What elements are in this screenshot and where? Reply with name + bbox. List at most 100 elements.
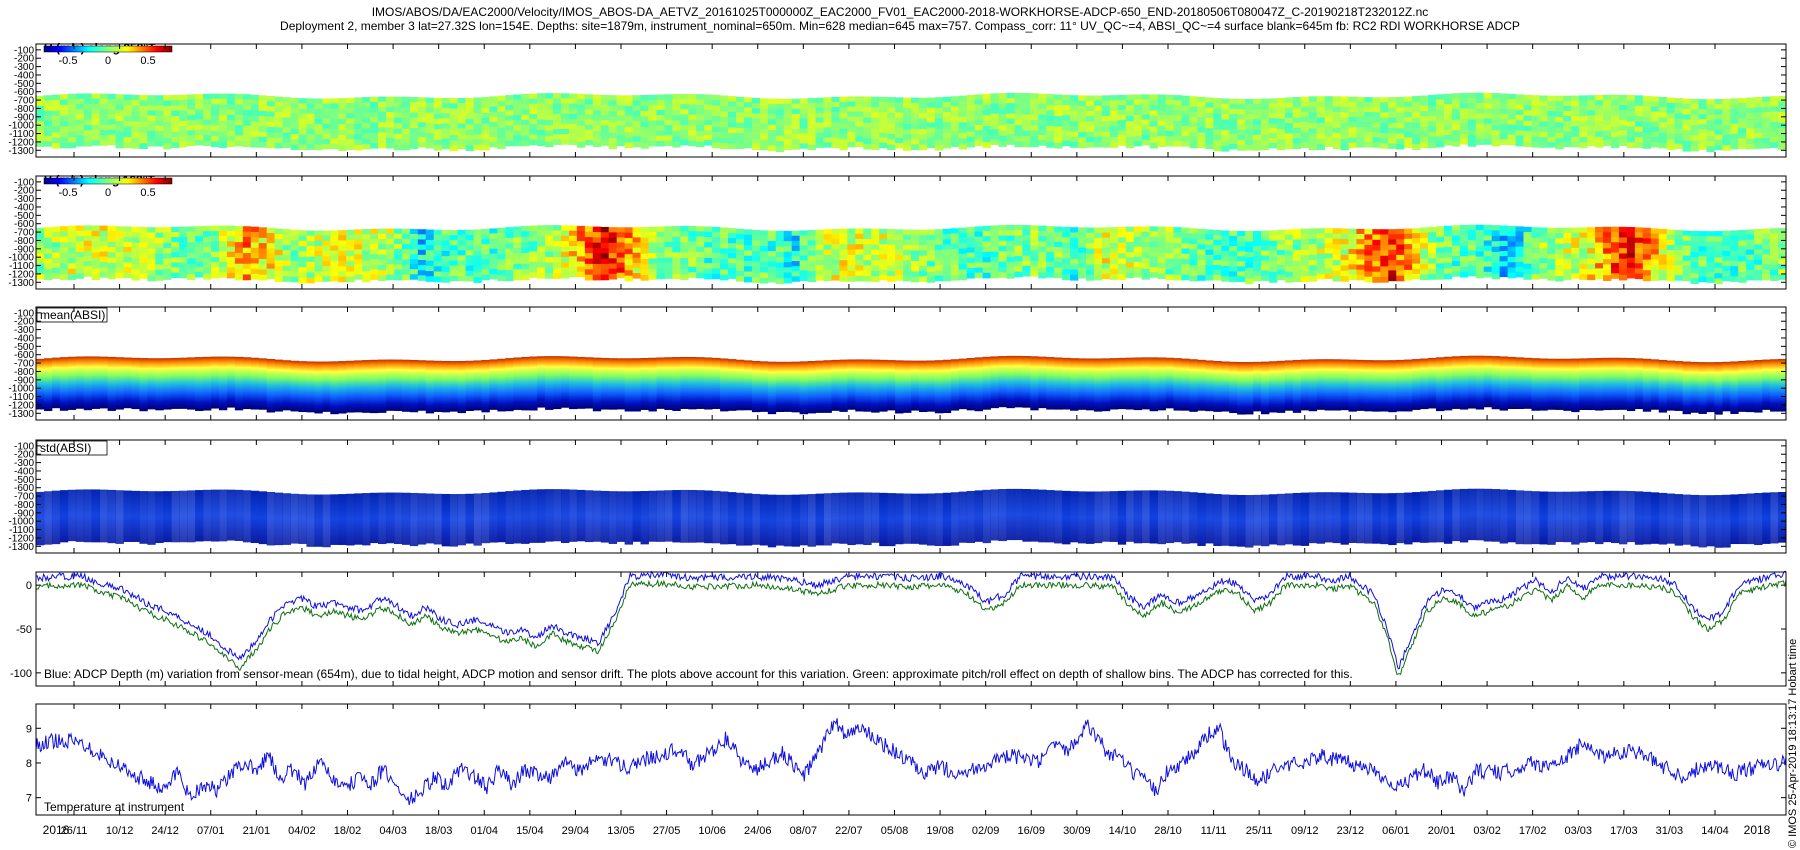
heatmap-cell: [218, 142, 228, 148]
heatmap-cell: [1682, 494, 1691, 545]
heatmap-cell: [187, 94, 196, 100]
heatmap-cell: [338, 108, 347, 115]
heatmap-cell: [807, 134, 816, 140]
heatmap-cell: [1523, 141, 1532, 148]
heatmap-cell: [1658, 96, 1668, 103]
heatmap-cell: [1539, 95, 1548, 102]
heatmap-cell: [696, 262, 705, 269]
heatmap-cell: [441, 138, 451, 145]
heatmap-cell: [1531, 110, 1540, 117]
heatmap-cell: [1316, 268, 1326, 275]
heatmap-cell: [1197, 101, 1206, 108]
heatmap-cell: [576, 104, 586, 111]
heatmap-cell: [855, 249, 864, 256]
heatmap-cell: [1189, 359, 1198, 412]
heatmap-cell: [1253, 129, 1262, 136]
heatmap-cell: [1436, 104, 1445, 111]
heatmap-cell: [1117, 242, 1127, 249]
heatmap-cell: [1515, 115, 1524, 121]
heatmap-cell: [911, 245, 920, 251]
heatmap-cell: [51, 252, 61, 259]
heatmap-cell: [1642, 238, 1652, 245]
heatmap-cell: [1587, 105, 1596, 111]
heatmap-cell: [736, 260, 745, 266]
heatmap-cell: [1133, 231, 1143, 238]
heatmap-cell: [918, 229, 928, 236]
heatmap-cell: [1618, 130, 1628, 136]
heatmap-cell: [354, 249, 363, 255]
heatmap-cell: [187, 119, 196, 126]
heatmap-cell: [250, 268, 260, 275]
heatmap-cell: [529, 230, 538, 237]
heatmap-cell: [966, 226, 976, 233]
heatmap-cell: [187, 104, 196, 111]
heatmap-cell: [1292, 265, 1302, 272]
heatmap-cell: [974, 252, 983, 258]
heatmap-cell: [179, 257, 188, 263]
heatmap-cell: [1754, 360, 1763, 413]
heatmap-cell: [409, 102, 419, 108]
heatmap-cell: [823, 142, 832, 148]
heatmap-cell: [1117, 269, 1127, 275]
heatmap-cell: [1165, 242, 1174, 249]
heatmap-cell: [584, 357, 594, 409]
heatmap-cell: [616, 140, 626, 147]
heatmap-cell: [529, 256, 538, 263]
heatmap-cell: [1412, 112, 1421, 118]
heatmap-cell: [823, 229, 832, 235]
heatmap-cell: [1507, 124, 1516, 130]
heatmap-cell: [1149, 94, 1158, 101]
heatmap-cell: [1523, 258, 1532, 265]
heatmap-cell: [163, 127, 172, 134]
heatmap-cell: [1284, 261, 1294, 267]
heatmap-cell: [942, 127, 952, 134]
heatmap-cell: [1515, 241, 1524, 248]
heatmap-cell: [934, 128, 944, 135]
heatmap-cell: [401, 274, 411, 281]
heatmap-cell: [1054, 490, 1063, 544]
heatmap-cell: [1412, 128, 1421, 134]
heatmap-cell: [561, 356, 570, 408]
heatmap-cell: [306, 230, 315, 237]
heatmap-cell: [1714, 144, 1723, 151]
heatmap-cell: [338, 134, 347, 141]
heatmap-cell: [1340, 492, 1349, 545]
heatmap-cell: [1038, 114, 1047, 120]
heatmap-cell: [1149, 115, 1158, 122]
heatmap-cell: [1109, 248, 1119, 254]
heatmap-cell: [1595, 121, 1604, 127]
heatmap-cell: [855, 359, 864, 412]
heatmap-cell: [871, 117, 880, 124]
heatmap-cell: [704, 129, 713, 136]
heatmap-cell: [322, 123, 331, 130]
heatmap-cell: [1292, 122, 1302, 129]
heatmap-cell: [1101, 268, 1111, 275]
heatmap-cell: [1547, 491, 1556, 545]
heatmap-cell: [457, 240, 466, 246]
heatmap-cell: [250, 242, 260, 249]
heatmap-cell: [942, 260, 952, 266]
heatmap-cell: [218, 93, 228, 100]
heatmap-cell: [457, 97, 466, 104]
heatmap-cell: [1626, 247, 1636, 253]
heatmap-cell: [1117, 226, 1127, 233]
heatmap-cell: [1157, 357, 1166, 411]
heatmap-cell: [974, 226, 983, 232]
heatmap-cell: [1205, 112, 1214, 119]
heatmap-cell: [195, 266, 204, 273]
heatmap-cell: [1356, 127, 1365, 133]
heatmap-cell: [966, 252, 976, 259]
heatmap-cell: [1038, 262, 1047, 268]
heatmap-cell: [1730, 118, 1739, 125]
heatmap-cell: [1038, 257, 1047, 263]
heatmap-cell: [576, 131, 586, 138]
heatmap-cell: [417, 270, 427, 276]
heatmap-cell: [457, 128, 466, 134]
heatmap-cell: [1141, 247, 1151, 254]
heatmap-cell: [441, 266, 451, 273]
heatmap-cell: [1261, 134, 1270, 140]
heatmap-cell: [918, 260, 928, 267]
heatmap-cell: [1308, 359, 1318, 412]
heatmap-cell: [171, 252, 180, 258]
heatmap-cell: [155, 120, 164, 127]
